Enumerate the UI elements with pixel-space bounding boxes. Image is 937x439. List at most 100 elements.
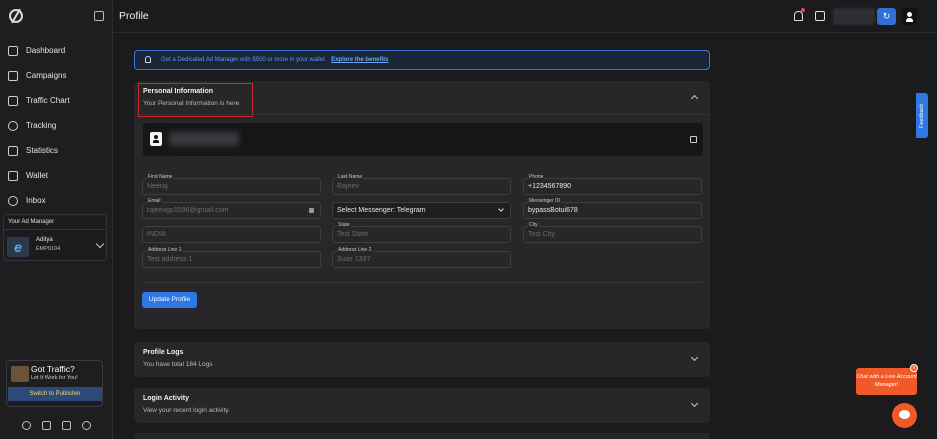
- personal-info-subtitle: Your Personal Information is here: [143, 100, 240, 107]
- copy-icon[interactable]: [62, 421, 71, 430]
- field-label: City: [528, 222, 539, 228]
- phone-field[interactable]: Phone +1234567890: [523, 174, 702, 195]
- sidebar-item-label: Inbox: [26, 196, 46, 205]
- chevron-down-icon[interactable]: [690, 399, 699, 408]
- inbox-icon: [8, 195, 18, 206]
- user-name-hidden: [169, 132, 239, 146]
- avatar[interactable]: [902, 8, 917, 25]
- sidebar-footer: [22, 421, 91, 430]
- profile-logs-card[interactable]: Profile Logs You have total 184 Logs: [134, 342, 710, 377]
- field-label: State: [337, 222, 351, 228]
- phone-icon[interactable]: [22, 421, 31, 430]
- main-content: Get a Dedicated Ad Manager with $500 or …: [113, 33, 937, 439]
- home-icon: [8, 45, 18, 56]
- divider: [143, 282, 703, 283]
- chevron-down-icon[interactable]: [95, 239, 105, 249]
- email-field: Email rajeevgp1596@gmail.com: [142, 198, 321, 219]
- campaigns-icon: [8, 70, 18, 81]
- field-value: Rajeev: [337, 183, 359, 190]
- personal-info-card: Personal Information Your Personal Infor…: [134, 81, 710, 329]
- chevron-up-icon[interactable]: [690, 94, 699, 103]
- messenger-select[interactable]: Select Messenger: Telegram: [332, 202, 511, 219]
- info-icon[interactable]: [82, 421, 91, 430]
- search-icon[interactable]: [815, 11, 825, 21]
- ad-manager-code: EMP9104: [36, 246, 61, 252]
- bell-icon[interactable]: [794, 11, 803, 21]
- tracking-icon: [8, 120, 18, 131]
- banner-text: Get a Dedicated Ad Manager with $500 or …: [161, 57, 327, 63]
- sidebar-nav: Dashboard Campaigns Traffic Chart Tracki…: [0, 38, 112, 213]
- address-line-1-field[interactable]: Address Line 1 Test address 1: [142, 247, 321, 268]
- sidebar-item-label: Campaigns: [26, 71, 67, 80]
- login-activity-subtitle: View your recent login activity.: [143, 407, 230, 414]
- close-icon[interactable]: x: [910, 364, 918, 372]
- explore-benefits-link[interactable]: Explore the benefits: [331, 57, 388, 63]
- sidebar-item-statistics[interactable]: Statistics: [0, 138, 112, 163]
- collapse-sidebar-icon[interactable]: [94, 11, 104, 21]
- sidebar-item-tracking[interactable]: Tracking: [0, 113, 112, 138]
- field-value: Neeraj: [147, 183, 168, 190]
- promo-subtitle: Let It Work for You!: [31, 375, 78, 381]
- bell-icon: [145, 56, 151, 63]
- promo-image: [11, 366, 29, 382]
- field-value: +1234567890: [528, 183, 572, 190]
- chevron-down-icon: [498, 206, 504, 212]
- personal-info-title: Personal Information: [143, 88, 214, 95]
- sidebar-item-wallet[interactable]: Wallet: [0, 163, 112, 188]
- field-value: Test City: [528, 231, 555, 238]
- sidebar-item-inbox[interactable]: Inbox: [0, 188, 112, 213]
- topbar: Profile ↻: [113, 0, 937, 33]
- field-value: rajeevgp1596@gmail.com: [147, 207, 229, 214]
- address-line-2-field[interactable]: Address Line 2 Suite 1337: [332, 247, 511, 268]
- promo-title: Got Traffic?: [31, 364, 75, 374]
- user-balance[interactable]: [833, 8, 875, 25]
- field-value: Select Messenger: Telegram: [337, 207, 426, 214]
- field-label: Phone: [528, 174, 545, 180]
- ad-manager-toggle[interactable]: e Aditya EMP9104: [4, 229, 106, 260]
- edit-icon[interactable]: [690, 136, 697, 143]
- city-field[interactable]: City Test City: [523, 222, 702, 243]
- logo-icon[interactable]: [9, 9, 23, 23]
- wallet-icon: [8, 170, 18, 181]
- user-summary: [143, 123, 703, 156]
- refresh-icon[interactable]: ↻: [877, 8, 896, 25]
- field-value: Test State: [337, 231, 369, 238]
- login-activity-title: Login Activity: [143, 395, 190, 402]
- sidebar-item-label: Tracking: [26, 121, 57, 130]
- sidebar-item-dashboard[interactable]: Dashboard: [0, 38, 112, 63]
- login-activity-card[interactable]: Login Activity View your recent login ac…: [134, 388, 710, 423]
- switch-to-publisher-button[interactable]: Switch to Publisher: [8, 387, 102, 401]
- sidebar-item-campaigns[interactable]: Campaigns: [0, 63, 112, 88]
- field-value: Test address 1: [147, 256, 193, 263]
- country-field[interactable]: INDIA: [142, 226, 321, 243]
- last-name-field[interactable]: Last Name Rajeev: [332, 174, 511, 195]
- sidebar-item-label: Dashboard: [26, 46, 66, 55]
- next-card: [134, 433, 710, 439]
- state-field[interactable]: State Test State: [332, 222, 511, 243]
- ad-manager-name: Aditya: [36, 237, 53, 243]
- first-name-field[interactable]: First Name Neeraj: [142, 174, 321, 195]
- chat-icon[interactable]: [892, 403, 917, 428]
- sidebar-item-label: Traffic Chart: [26, 96, 70, 105]
- notification-dot: [801, 8, 805, 12]
- feedback-tab[interactable]: Feedback: [916, 93, 928, 138]
- field-value: Suite 1337: [337, 256, 371, 263]
- profile-logs-title: Profile Logs: [143, 349, 184, 356]
- chat-bubble[interactable]: Chat with a Live Account Manager!: [856, 368, 917, 395]
- field-label: Address Line 2: [337, 247, 373, 253]
- field-value: INDIA: [147, 231, 166, 238]
- lock-icon: [309, 208, 314, 213]
- mail-icon[interactable]: [42, 421, 51, 430]
- divider: [134, 114, 710, 115]
- user-avatar: [150, 132, 162, 146]
- chart-icon: [8, 95, 18, 106]
- chevron-down-icon[interactable]: [690, 353, 699, 362]
- ad-manager-banner: Get a Dedicated Ad Manager with $500 or …: [134, 50, 710, 70]
- update-profile-button[interactable]: Update Profile: [142, 292, 197, 308]
- statistics-icon: [8, 145, 18, 156]
- profile-logs-subtitle: You have total 184 Logs: [143, 361, 213, 368]
- messenger-id-field[interactable]: Messenger ID bypassBotui678: [523, 198, 702, 219]
- publisher-promo: Got Traffic? Let It Work for You! Switch…: [6, 360, 103, 407]
- sidebar-item-traffic-chart[interactable]: Traffic Chart: [0, 88, 112, 113]
- app-root: Dashboard Campaigns Traffic Chart Tracki…: [0, 0, 937, 439]
